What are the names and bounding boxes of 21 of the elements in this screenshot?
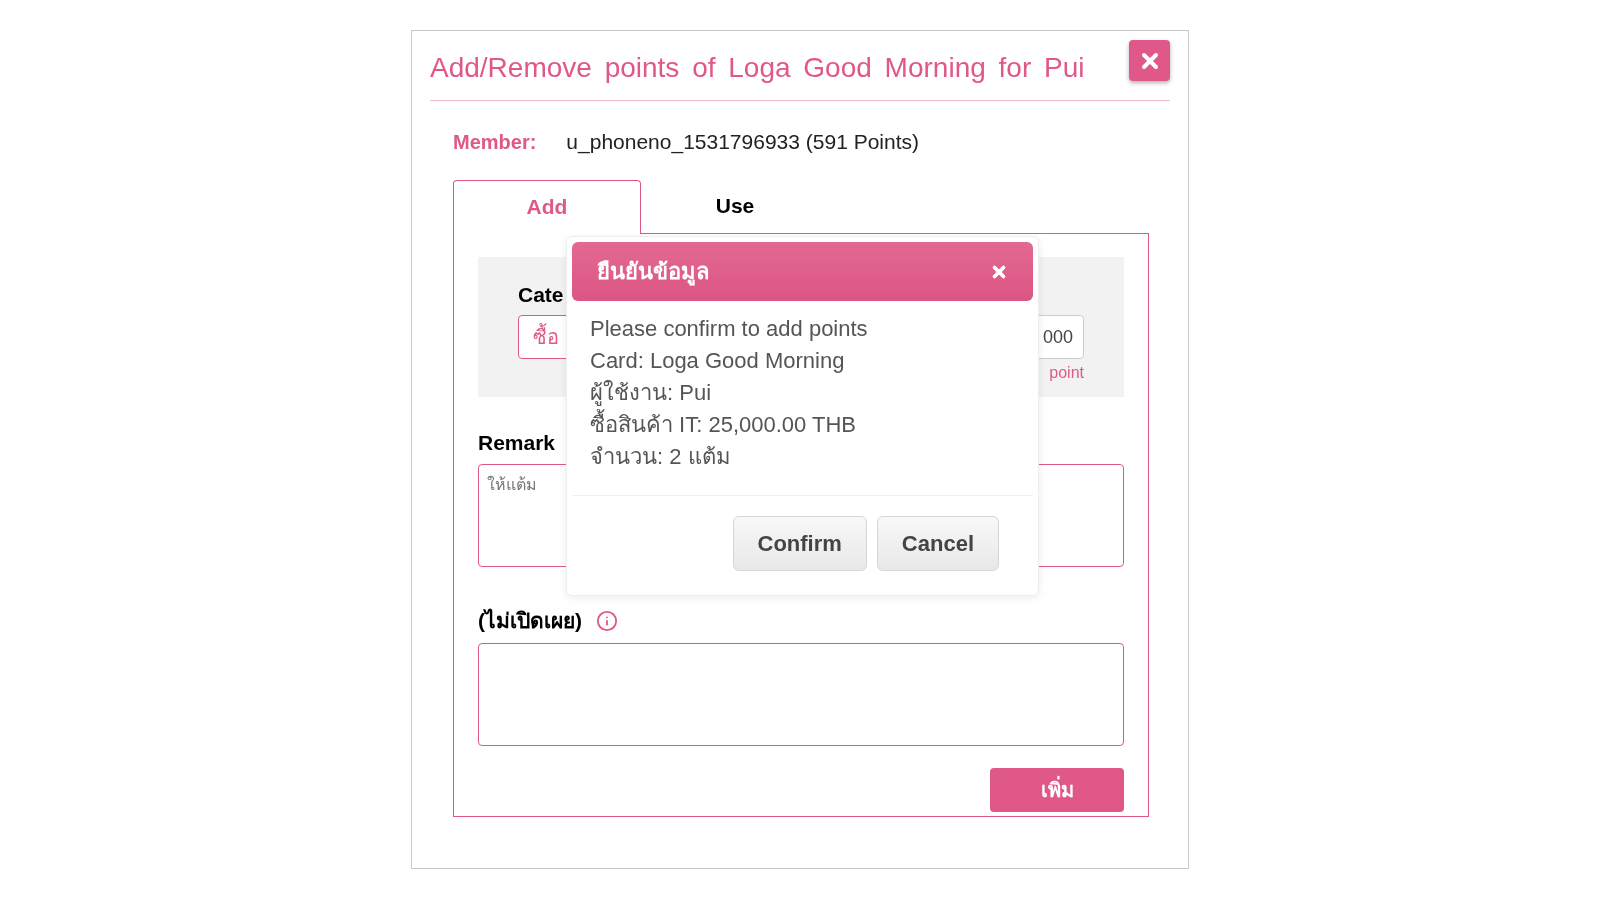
panel-title: Add/Remove points of Loga Good Morning for Pui [430,50,1085,85]
dialog-message-line: Please confirm to add points [590,315,869,343]
remark-label: Remark [478,430,556,454]
dialog-message-line: จำนวน: 2 แต้ม [590,443,732,471]
dialog-message-line: ซื้อสินค้า IT: 25,000.00 THB [590,409,1015,441]
info-icon[interactable] [596,609,618,632]
private-remark-field[interactable] [478,642,1124,746]
dialog-message-line: Card: Loga Good Morning [590,347,846,375]
dialog-title: ยืนยันข้อมูล [597,258,709,288]
member-value: u_phoneno_1531796933 (591 Points) [566,129,919,156]
private-remark-label: (ไม่เปิดเผย) [478,607,582,634]
category-label: Cate [518,282,564,306]
member-label: Member: [453,129,537,155]
amount-unit: point [1049,363,1084,383]
dialog-button[interactable]: Confirm [732,516,867,571]
tab[interactable]: Add [453,179,641,234]
close-button[interactable] [1129,40,1170,81]
tab[interactable]: Use [641,179,829,232]
dialog-button[interactable]: Cancel [876,516,999,571]
add-button[interactable]: เพิ่ม [990,767,1124,812]
dialog-message-line: ผู้ใช้งาน: Pui [590,379,713,408]
